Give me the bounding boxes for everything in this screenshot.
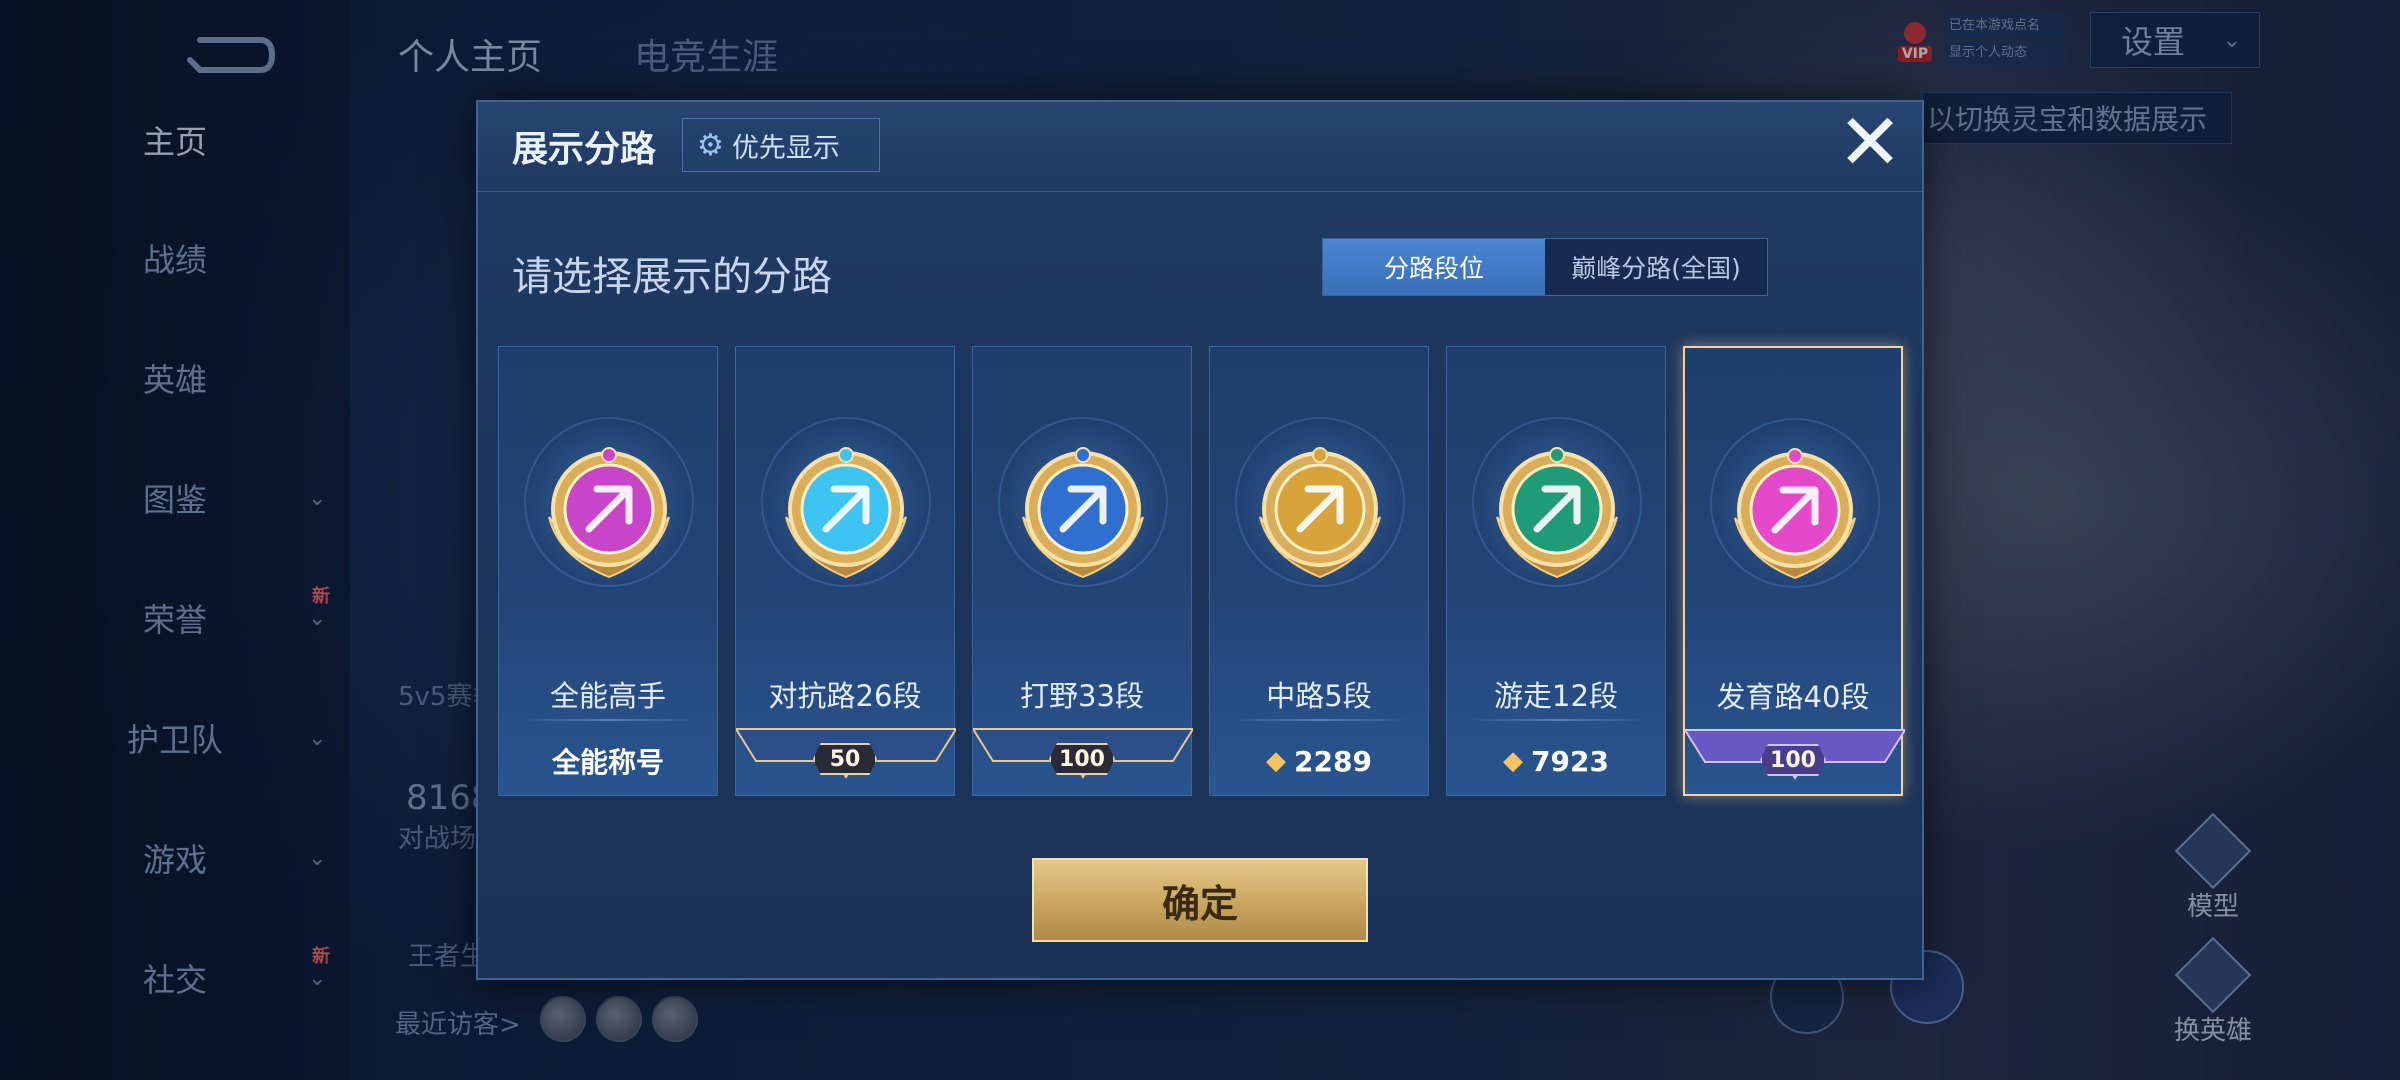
clash-lane-badge-icon [785,447,907,579]
peak-points-icon: ◆ [1266,746,1287,776]
close-button[interactable]: ✕ [1834,104,1906,182]
mid-lane-badge-icon [1259,447,1381,579]
star-count-tag: 100 [1049,743,1115,775]
tab-lane-rank[interactable]: 分路段位 [1323,239,1545,295]
jungle-badge-icon [1022,447,1144,579]
close-icon: ✕ [1837,98,1903,188]
lane-card[interactable]: 游走12段 ◆ 7923 [1446,346,1666,796]
lane-card[interactable]: 打野33段 100 [971,346,1195,796]
dialog-title: 展示分路 [512,129,657,170]
rank-ribbon: 50 [734,727,958,795]
lane-card-title: 发育路40段 [1716,680,1870,714]
card-divider [1230,719,1410,721]
farm-lane-badge-icon [1734,448,1856,580]
peak-points: ◆ 7923 [1447,727,1665,795]
all-round-badge-icon [548,447,670,579]
peak-points-icon: ◆ [1503,746,1524,776]
peak-points: ◆ 2289 [1210,727,1428,795]
priority-display-button[interactable]: ⚙ 优先显示 [682,118,880,172]
card-divider [1467,719,1647,721]
lane-card-title: 打野33段 [1020,679,1144,713]
lane-card-title: 游走12段 [1494,679,1618,713]
lane-card[interactable]: 全能高手 全能称号 [498,346,718,796]
confirm-button[interactable]: 确定 [1032,858,1368,942]
star-count-tag: 100 [1760,744,1826,776]
star-count-tag: 50 [813,743,877,775]
lane-card[interactable]: 中路5段 ◆ 2289 [1209,346,1429,796]
lane-mode-toggle: 分路段位 巅峰分路(全国) [1322,238,1768,296]
priority-display-label: 优先显示 [731,132,840,164]
card-bottom-value: 7923 [1531,744,1609,778]
lane-card-title: 对抗路26段 [768,679,922,713]
dialog-prompt: 请选择展示的分路 [512,254,832,300]
lane-card-title: 全能高手 [549,679,666,713]
display-lane-dialog: 展示分路 ⚙ 优先显示 ✕ 请选择展示的分路 分路段位 巅峰分路(全国) 全能高… [476,100,1924,980]
card-divider [519,719,699,721]
lane-card-title: 中路5段 [1266,679,1372,713]
lane-card[interactable]: 发育路40段 100 [1683,346,1907,796]
card-bottom-value: 全能称号 [551,746,664,779]
confirm-label: 确定 [1161,881,1238,926]
tab-peak-lane-national[interactable]: 巅峰分路(全国) [1545,239,1767,295]
lane-card[interactable]: 对抗路26段 50 [734,346,958,796]
card-bottom-value: 2289 [1294,744,1372,778]
rank-ribbon: 100 [971,727,1195,795]
gear-icon: ⚙ [697,127,724,163]
rank-ribbon: 100 [1683,728,1907,796]
lane-card-list: 全能高手 全能称号 对抗路26段 50 打野33段 100 中路5段 ◆ 2289 游走12段 ◆ 7… [498,346,1918,798]
title-badge: 全能称号 [499,727,717,795]
roam-badge-icon [1496,447,1618,579]
